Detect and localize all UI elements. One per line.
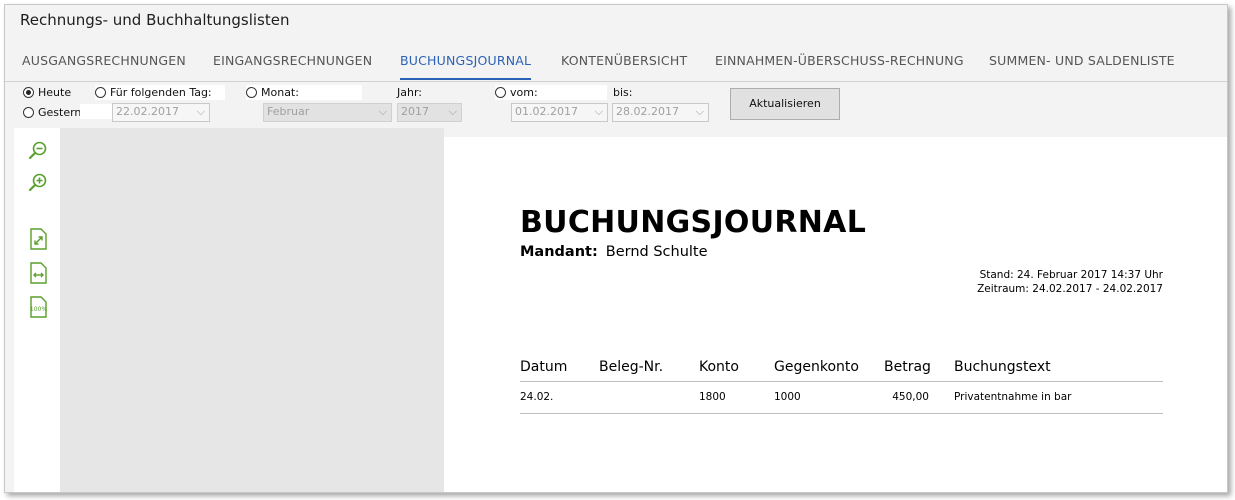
cell-betrag: 450,00 — [892, 391, 929, 403]
chevron-down-icon: ⌵ — [196, 105, 205, 118]
report-page: BUCHUNGSJOURNAL Mandant: Bernd Schulte St… — [444, 137, 1227, 492]
zoom-100-icon[interactable]: 100% — [28, 296, 48, 318]
tab-einnahmen-ueberschuss-rechnung[interactable]: EINNAHMEN-ÜBERSCHUSS-RECHNUNG — [715, 53, 964, 68]
aktualisieren-button[interactable]: Aktualisieren — [730, 88, 840, 120]
column-header-beleg-nr: Beleg-Nr. — [599, 359, 664, 375]
cell-datum: 24.02. — [520, 391, 554, 403]
header-divider — [520, 381, 1163, 382]
preview-background — [60, 128, 444, 492]
radio-monat-label: Monat: — [261, 86, 299, 99]
tab-summen-und-saldenliste[interactable]: SUMMEN- UND SALDENLISTE — [989, 53, 1175, 68]
preview-toolbar: 100% — [14, 128, 60, 492]
radio-vom-label: vom: — [510, 86, 538, 99]
report-title: BUCHUNGSJOURNAL — [520, 205, 867, 240]
column-header-gegenkonto: Gegenkonto — [774, 359, 859, 375]
chevron-down-icon: ⌵ — [594, 105, 603, 118]
zeitraum-text: Zeitraum: 24.02.2017 - 24.02.2017 — [977, 283, 1163, 295]
radio-monat-indicator[interactable] — [246, 87, 257, 98]
row-divider — [520, 413, 1163, 414]
jahr-value: 2017 — [401, 105, 429, 118]
stand-text: Stand: 24. Februar 2017 14:37 Uhr — [979, 269, 1163, 281]
radio-heute-indicator[interactable] — [23, 87, 34, 98]
radio-gestern[interactable]: Gestern — [23, 106, 81, 119]
zoom-out-icon[interactable] — [28, 140, 48, 162]
cell-gegenkonto: 1000 — [774, 391, 801, 403]
mandant-line: Mandant: Bernd Schulte — [520, 244, 708, 260]
vom-date-value: 01.02.2017 — [515, 105, 578, 118]
app-window: Rechnungs- und Buchhaltungslisten AUSGAN… — [4, 4, 1228, 493]
tag-date-value: 22.02.2017 — [116, 105, 179, 118]
vom-date-picker[interactable]: 01.02.2017 ⌵ — [511, 103, 608, 122]
radio-tag-label: Für folgenden Tag: — [110, 86, 212, 99]
fit-width-icon[interactable] — [28, 262, 48, 284]
bis-date-value: 28.02.2017 — [616, 105, 679, 118]
column-header-konto: Konto — [699, 359, 739, 375]
window-title: Rechnungs- und Buchhaltungslisten — [20, 11, 290, 29]
jahr-select[interactable]: 2017 ⌵ — [397, 103, 462, 122]
monat-value: Februar — [267, 105, 310, 118]
tab-kontenuebersicht[interactable]: KONTENÜBERSICHT — [561, 53, 687, 68]
tag-date-picker[interactable]: 22.02.2017 ⌵ — [112, 103, 210, 122]
radio-monat[interactable]: Monat: — [246, 86, 299, 99]
jahr-label: Jahr: — [397, 86, 422, 99]
cell-buchungstext: Privatentnahme in bar — [954, 391, 1072, 403]
chevron-down-icon: ⌵ — [448, 105, 457, 118]
radio-vom[interactable]: vom: — [495, 86, 538, 99]
monat-select[interactable]: Februar ⌵ — [263, 103, 392, 122]
column-header-betrag: Betrag — [884, 359, 931, 375]
chevron-down-icon: ⌵ — [378, 105, 387, 118]
radio-fuer-folgenden-tag[interactable]: Für folgenden Tag: — [95, 86, 212, 99]
radio-tag-indicator[interactable] — [95, 87, 106, 98]
cell-konto: 1800 — [699, 391, 726, 403]
tab-bar: AUSGANGSRECHNUNGEN EINGANGSRECHNUNGEN BU… — [5, 45, 1227, 82]
report-meta: Stand: 24. Februar 2017 14:37 Uhr Zeitra… — [977, 268, 1163, 296]
tab-eingangsrechnungen[interactable]: EINGANGSRECHNUNGEN — [213, 53, 372, 68]
column-header-datum: Datum — [520, 359, 568, 375]
chevron-down-icon: ⌵ — [695, 105, 704, 118]
column-header-buchungstext: Buchungstext — [954, 359, 1051, 375]
fit-page-icon[interactable] — [28, 228, 48, 250]
radio-gestern-indicator[interactable] — [23, 107, 34, 118]
zoom-100-label: 100% — [30, 306, 47, 313]
bis-date-picker[interactable]: 28.02.2017 ⌵ — [612, 103, 709, 122]
mandant-label: Mandant: — [520, 244, 598, 260]
bis-label: bis: — [613, 86, 633, 99]
mandant-value: Bernd Schulte — [605, 244, 708, 260]
radio-gestern-label: Gestern — [38, 106, 82, 119]
filter-bar: Heute Gestern Für folgenden Tag: 22.02.2… — [5, 82, 1227, 126]
radio-heute-label: Heute — [38, 86, 72, 99]
gestern-label-box — [80, 104, 112, 119]
zoom-in-icon[interactable] — [28, 172, 48, 194]
tab-buchungsjournal[interactable]: BUCHUNGSJOURNAL — [400, 53, 532, 80]
tab-ausgangsrechnungen[interactable]: AUSGANGSRECHNUNGEN — [22, 53, 186, 68]
radio-vom-indicator[interactable] — [495, 87, 506, 98]
radio-heute[interactable]: Heute — [23, 86, 71, 99]
